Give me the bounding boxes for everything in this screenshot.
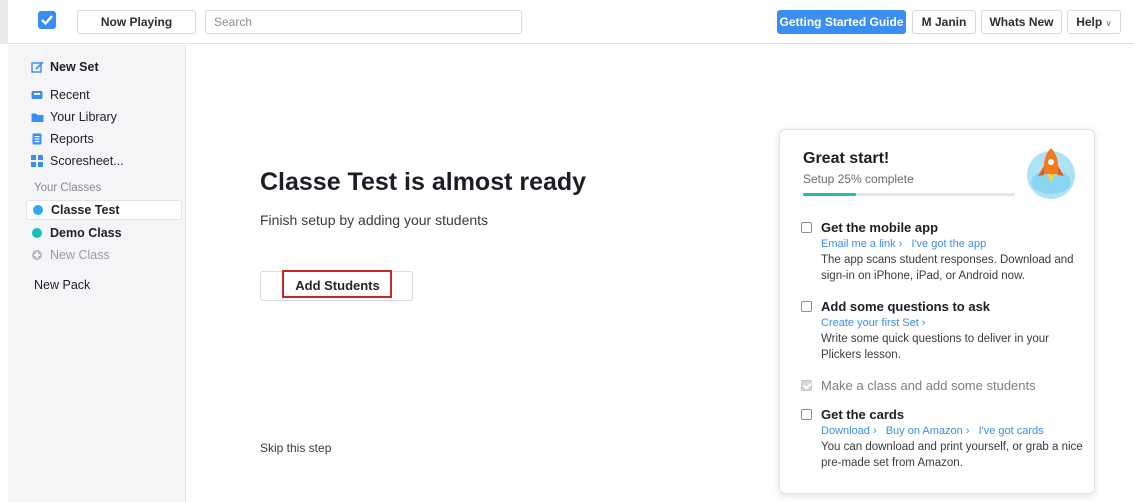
download-link[interactable]: Download: [821, 425, 870, 437]
buy-on-amazon-link[interactable]: Buy on Amazon: [886, 425, 963, 437]
create-first-set-link[interactable]: Create your first Set: [821, 317, 919, 329]
sidebar-item-label: Recent: [50, 88, 90, 102]
task-add-questions: Add some questions to ask Create your fi…: [801, 299, 1081, 363]
user-menu-button[interactable]: M Janin: [912, 10, 976, 34]
email-me-a-link[interactable]: Email me a link: [821, 238, 896, 250]
sidebar-item-new-class[interactable]: New Class: [30, 245, 110, 265]
class-color-dot-icon: [30, 226, 44, 240]
sidebar-item-label: Demo Class: [50, 226, 122, 240]
sidebar-item-label: Reports: [50, 132, 94, 146]
sidebar-item-scoresheet[interactable]: Scoresheet...: [30, 151, 124, 171]
plus-circle-icon: [30, 248, 44, 262]
sidebar-item-label: Your Library: [50, 110, 117, 124]
folder-icon: [30, 110, 44, 124]
task-checkbox[interactable]: [801, 409, 812, 420]
task-checkbox-checked[interactable]: [801, 380, 812, 391]
edit-icon: [30, 60, 44, 74]
task-title: Get the cards: [821, 407, 905, 422]
chevron-down-icon: ∨: [1105, 18, 1112, 28]
setup-progress-text: Setup 25% complete: [803, 172, 914, 186]
sidebar-item-recent[interactable]: Recent: [30, 85, 90, 105]
whats-new-button[interactable]: Whats New: [981, 10, 1062, 34]
task-make-class: Make a class and add some students: [801, 378, 1081, 393]
top-bar: Now Playing Getting Started Guide M Jani…: [0, 0, 1134, 44]
chevron-right-icon: ›: [918, 317, 926, 329]
sidebar-item-new-set[interactable]: New Set: [30, 57, 99, 77]
sidebar-item-label: Scoresheet...: [50, 154, 124, 168]
task-get-cards: Get the cards Download › Buy on Amazon ›…: [801, 407, 1083, 471]
grid-icon: [30, 154, 44, 168]
now-playing-button[interactable]: Now Playing: [77, 10, 196, 34]
task-mobile-app: Get the mobile app Email me a link › I'v…: [801, 220, 1081, 284]
chevron-right-icon: ›: [895, 238, 903, 250]
task-title: Add some questions to ask: [821, 299, 991, 314]
search-input[interactable]: [205, 10, 522, 34]
sidebar-item-label: Classe Test: [51, 203, 120, 217]
app-logo-checkbox-icon[interactable]: [38, 11, 56, 29]
sidebar-item-label: New Set: [50, 60, 99, 74]
your-classes-heading: Your Classes: [34, 182, 102, 194]
chevron-right-icon: ›: [869, 425, 877, 437]
sidebar-item-classe-test[interactable]: Classe Test: [26, 200, 182, 220]
class-color-dot-icon: [31, 203, 45, 217]
sidebar-item-new-pack[interactable]: New Pack: [34, 275, 90, 295]
got-cards-link[interactable]: I've got cards: [979, 425, 1044, 437]
sidebar-item-library[interactable]: Your Library: [30, 107, 117, 127]
page-title: Classe Test is almost ready: [260, 168, 587, 196]
setup-progress-bar: [803, 193, 1015, 196]
task-title: Get the mobile app: [821, 220, 939, 235]
skip-step-link[interactable]: Skip this step: [260, 441, 331, 455]
add-students-button[interactable]: Add Students: [260, 271, 413, 301]
rocket-icon: [1026, 142, 1076, 200]
got-the-app-link[interactable]: I've got the app: [911, 238, 986, 250]
task-checkbox[interactable]: [801, 222, 812, 233]
inbox-icon: [30, 88, 44, 102]
help-button[interactable]: Help ∨: [1067, 10, 1121, 34]
task-description: You can download and print yourself, or …: [821, 441, 1083, 469]
card-title: Great start!: [803, 150, 890, 167]
setup-progress-fill: [803, 193, 856, 196]
document-icon: [30, 132, 44, 146]
page-subtitle: Finish setup by adding your students: [260, 212, 489, 228]
help-label: Help: [1076, 15, 1103, 29]
task-description: Write some quick questions to deliver in…: [821, 333, 1049, 361]
sidebar-item-demo-class[interactable]: Demo Class: [30, 223, 122, 243]
sidebar-item-reports[interactable]: Reports: [30, 129, 94, 149]
sidebar-item-label: New Class: [50, 248, 110, 262]
setup-progress-card: Great start! Setup 25% complete Get the …: [779, 129, 1095, 494]
getting-started-guide-button[interactable]: Getting Started Guide: [777, 10, 906, 34]
task-title: Make a class and add some students: [821, 378, 1036, 393]
task-description: The app scans student responses. Downloa…: [821, 254, 1074, 282]
add-students-label: Add Students: [295, 278, 380, 293]
chevron-right-icon: ›: [962, 425, 970, 437]
task-checkbox[interactable]: [801, 301, 812, 312]
